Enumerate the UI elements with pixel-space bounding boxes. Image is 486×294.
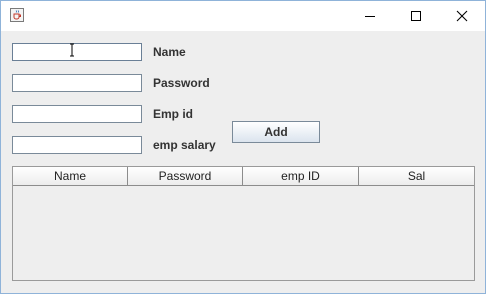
password-label: Password (153, 76, 210, 90)
name-input[interactable] (12, 43, 142, 61)
name-label: Name (153, 45, 186, 59)
column-header-password[interactable]: Password (128, 167, 243, 186)
minimize-icon (365, 16, 375, 17)
column-header-emp-id[interactable]: emp ID (243, 167, 359, 186)
maximize-button[interactable] (393, 1, 439, 31)
emp-salary-input[interactable] (12, 136, 142, 154)
app-window: Name Password Emp id emp salary Add Name… (0, 0, 486, 294)
title-bar[interactable] (1, 1, 485, 31)
add-button[interactable]: Add (232, 121, 320, 143)
employee-table[interactable]: Name Password emp ID Sal (12, 166, 475, 281)
emp-id-input[interactable] (12, 105, 142, 123)
column-header-name[interactable]: Name (13, 167, 128, 186)
maximize-icon (411, 11, 421, 21)
text-cursor-icon (70, 43, 74, 57)
column-header-sal[interactable]: Sal (359, 167, 474, 186)
form-panel: Name Password Emp id emp salary Add Name… (1, 31, 485, 293)
close-icon (456, 10, 468, 22)
emp-salary-label: emp salary (153, 138, 216, 152)
minimize-button[interactable] (347, 1, 393, 31)
table-header: Name Password emp ID Sal (13, 167, 474, 187)
java-cup-icon[interactable] (10, 8, 24, 22)
emp-id-label: Emp id (153, 107, 194, 121)
close-button[interactable] (439, 1, 485, 31)
password-input[interactable] (12, 74, 142, 92)
